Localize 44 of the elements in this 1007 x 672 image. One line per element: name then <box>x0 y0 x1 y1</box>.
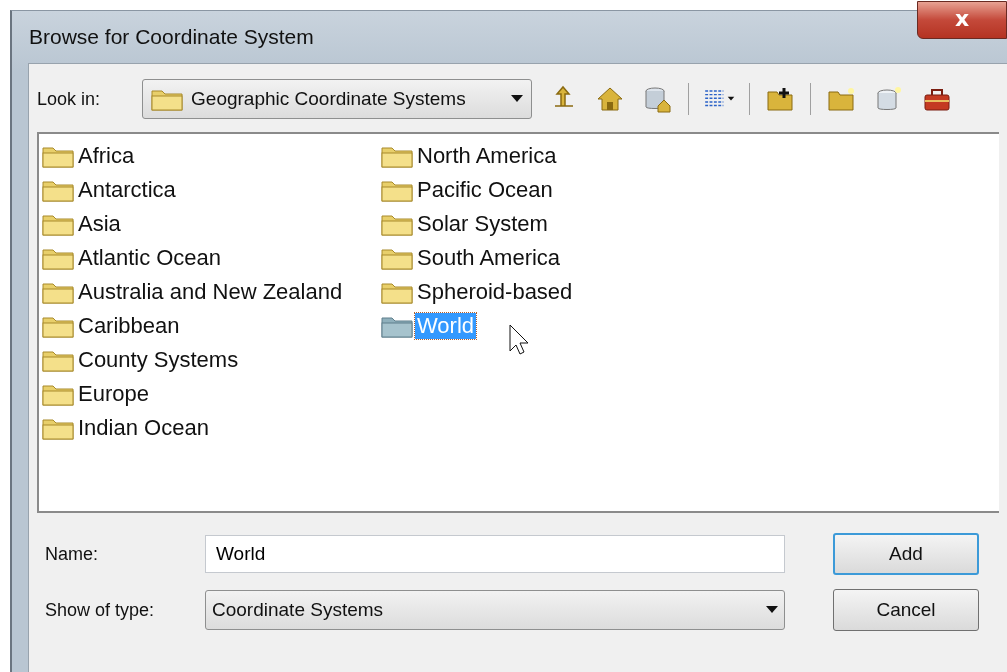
folder-item[interactable]: Indian Ocean <box>76 415 211 441</box>
folder-icon <box>381 178 413 202</box>
cursor-icon <box>509 324 531 356</box>
folder-item[interactable]: Spheroid-based <box>415 279 575 305</box>
add-button[interactable]: Add <box>833 533 979 575</box>
folder-icon <box>381 314 413 338</box>
folder-icon <box>42 246 74 270</box>
folder-icon <box>42 280 74 304</box>
name-field[interactable]: World <box>205 535 785 573</box>
folder-icon <box>42 382 74 406</box>
folder-item[interactable]: Solar System <box>415 211 550 237</box>
folder-icon <box>381 144 413 168</box>
look-in-label: Look in: <box>37 88 101 110</box>
folder-item[interactable]: North America <box>415 143 559 169</box>
folder-icon <box>42 348 74 372</box>
folder-icon <box>42 314 74 338</box>
folder-item[interactable]: Pacific Ocean <box>415 177 555 203</box>
look-in-dropdown[interactable]: Geographic Coordinate Systems <box>142 79 533 119</box>
folder-icon <box>381 246 413 270</box>
folder-icon <box>381 212 413 236</box>
close-button[interactable]: x <box>917 1 1007 39</box>
folder-item[interactable]: Australia and New Zealand <box>76 279 345 305</box>
folder-icon <box>381 280 413 304</box>
window-title: Browse for Coordinate System <box>29 25 314 49</box>
folder-item[interactable]: Antarctica <box>76 177 178 203</box>
folder-icon <box>42 178 74 202</box>
folder-item[interactable]: Europe <box>76 381 151 407</box>
caret-icon <box>511 95 524 103</box>
type-dropdown[interactable]: Coordinate Systems <box>205 590 785 630</box>
name-label: Name: <box>45 543 99 565</box>
folder-icon <box>42 212 74 236</box>
database-home-icon <box>643 84 674 114</box>
folder-icon <box>42 144 74 168</box>
folder-item[interactable]: Asia <box>76 211 123 237</box>
folder-item[interactable]: Atlantic Ocean <box>76 245 224 271</box>
folder-item[interactable]: Caribbean <box>76 313 182 339</box>
folder-item[interactable]: Africa <box>76 143 137 169</box>
caret-icon <box>766 606 778 614</box>
cancel-button[interactable]: Cancel <box>833 589 979 631</box>
folder-item[interactable]: South America <box>415 245 563 271</box>
folder-icon <box>151 87 184 111</box>
type-label: Show of type: <box>45 599 156 621</box>
folder-item[interactable]: County Systems <box>76 347 241 373</box>
folder-icon <box>42 416 74 440</box>
